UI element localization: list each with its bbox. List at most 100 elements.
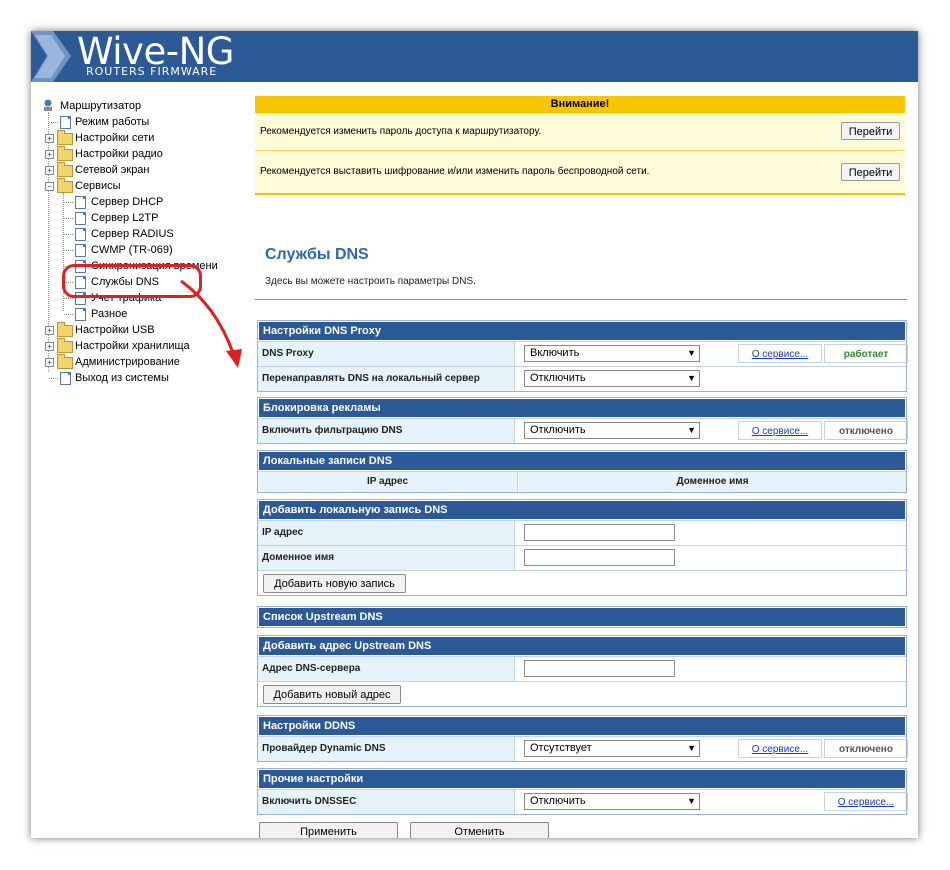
section-header: Локальные записи DNS xyxy=(258,451,906,471)
page-icon xyxy=(75,244,86,257)
folder-icon xyxy=(57,130,73,145)
dns-proxy-select[interactable]: Включить ▼ xyxy=(524,345,700,362)
section-header: Прочие настройки xyxy=(258,769,906,789)
section-header: Настройки DNS Proxy xyxy=(258,321,906,341)
select-value: Включить xyxy=(530,347,580,359)
divider xyxy=(255,299,907,300)
section-add-local-dns: Добавить локальную запись DNS IP адрес Д… xyxy=(257,499,907,596)
section-dns-proxy: Настройки DNS Proxy DNS Proxy Включить ▼… xyxy=(257,320,908,392)
router-icon xyxy=(44,99,52,111)
tree-item-label: Настройки радио xyxy=(75,148,163,160)
page-icon xyxy=(60,116,71,129)
section-header: Блокировка рекламы xyxy=(258,398,906,418)
about-service-link[interactable]: О сервисе... xyxy=(752,349,808,360)
setting-label: Адрес DNS-сервера xyxy=(258,657,515,681)
expand-icon[interactable]: + xyxy=(45,326,54,335)
tree-item-label: Выход из системы xyxy=(75,372,169,384)
tree-item-label: Сервер DHCP xyxy=(91,196,164,208)
tree-root-label: Маршрутизатор xyxy=(60,100,142,112)
select-value: Отключить xyxy=(530,424,586,436)
brand-subtitle: ROUTERS FIRMWARE xyxy=(86,65,218,78)
folder-icon xyxy=(57,354,73,369)
about-service-cell: О сервисе... xyxy=(824,792,908,811)
table-header-row: IP адрес Доменное имя xyxy=(258,471,906,492)
warning-text: Рекомендуется выставить шифрование и/или… xyxy=(260,166,650,177)
setting-label: Включить DNSSEC xyxy=(258,790,515,814)
section-adblock: Блокировка рекламы Включить фильтрацию D… xyxy=(257,397,908,444)
expand-icon[interactable]: + xyxy=(45,150,54,159)
setting-label: Перенаправлять DNS на локальный сервер xyxy=(258,367,515,391)
folder-open-icon xyxy=(57,178,73,193)
highlight-circle xyxy=(62,264,202,298)
page-icon xyxy=(75,212,86,225)
warning-row: Рекомендуется выставить шифрование и/или… xyxy=(255,150,905,193)
apply-button[interactable]: Применить xyxy=(259,822,398,838)
dns-server-input[interactable] xyxy=(524,660,675,677)
setting-row: Провайдер Dynamic DNS Отсутствует ▼ О се… xyxy=(258,736,908,761)
setting-row: Перенаправлять DNS на локальный сервер О… xyxy=(258,366,906,391)
select-value: Отключить xyxy=(530,372,586,384)
section-add-upstream: Добавить адрес Upstream DNS Адрес DNS-се… xyxy=(257,635,907,707)
add-record-button[interactable]: Добавить новую запись xyxy=(263,574,406,593)
dns-filter-select[interactable]: Отключить ▼ xyxy=(524,422,700,439)
domain-name-input[interactable] xyxy=(524,549,675,566)
section-header: Список Upstream DNS xyxy=(258,607,906,627)
page-icon xyxy=(75,228,86,241)
page-description: Здесь вы можете настроить параметры DNS. xyxy=(265,276,476,287)
dropdown-arrow-icon: ▼ xyxy=(687,425,696,435)
setting-label: IP адрес xyxy=(258,521,515,545)
header-bar: Wive-NG ROUTERS FIRMWARE xyxy=(31,31,918,82)
expand-icon[interactable]: + xyxy=(45,134,54,143)
page-icon xyxy=(75,196,86,209)
section-header: Добавить локальную запись DNS xyxy=(258,500,906,520)
goto-password-button[interactable]: Перейти xyxy=(841,122,900,140)
tree-item-label: CWMP (TR-069) xyxy=(91,244,173,256)
dropdown-arrow-icon: ▼ xyxy=(687,348,696,358)
folder-icon xyxy=(57,146,73,161)
about-service-link[interactable]: О сервисе... xyxy=(838,797,894,808)
add-address-button[interactable]: Добавить новый адрес xyxy=(263,685,401,704)
warning-row: Рекомендуется изменить пароль доступа к … xyxy=(255,113,905,150)
page-icon xyxy=(60,372,71,385)
goto-wireless-button[interactable]: Перейти xyxy=(841,163,900,181)
folder-icon xyxy=(57,338,73,353)
dnssec-select[interactable]: Отключить ▼ xyxy=(524,793,700,810)
collapse-icon[interactable]: − xyxy=(45,182,54,191)
section-header: Добавить адрес Upstream DNS xyxy=(258,636,906,656)
column-header-domain: Доменное имя xyxy=(519,472,906,492)
setting-row: IP адрес xyxy=(258,520,906,545)
column-header-ip: IP адрес xyxy=(258,472,518,492)
page-title: Службы DNS xyxy=(265,246,369,263)
select-value: Отсутствует xyxy=(530,742,592,754)
redirect-dns-select[interactable]: Отключить ▼ xyxy=(524,370,700,387)
status-badge: отключено xyxy=(824,421,908,440)
tree-item-label: Сетевой экран xyxy=(75,164,150,176)
setting-label: DNS Proxy xyxy=(258,342,515,366)
setting-label: Включить фильтрацию DNS xyxy=(258,419,515,443)
expand-icon[interactable]: + xyxy=(45,358,54,367)
setting-row: Включить фильтрацию DNS Отключить ▼ О се… xyxy=(258,418,908,443)
section-ddns: Настройки DDNS Провайдер Dynamic DNS Отс… xyxy=(257,715,908,762)
setting-row: Адрес DNS-сервера xyxy=(258,656,906,681)
ddns-provider-select[interactable]: Отсутствует ▼ xyxy=(524,740,700,757)
about-service-cell: О сервисе... xyxy=(738,739,822,758)
tree-item-label: Настройки хранилища xyxy=(75,340,190,352)
button-row: Добавить новый адрес xyxy=(258,681,906,706)
about-service-cell: О сервисе... xyxy=(738,344,822,363)
expand-icon[interactable]: + xyxy=(45,166,54,175)
tree-item-label: Сервер L2TP xyxy=(91,212,159,224)
setting-row: Доменное имя xyxy=(258,545,906,570)
dropdown-arrow-icon: ▼ xyxy=(687,796,696,806)
select-value: Отключить xyxy=(530,795,586,807)
dropdown-arrow-icon: ▼ xyxy=(687,373,696,383)
about-service-link[interactable]: О сервисе... xyxy=(752,426,808,437)
logo-icon xyxy=(31,31,71,82)
expand-icon[interactable]: + xyxy=(45,342,54,351)
setting-row: DNS Proxy Включить ▼ О сервисе... работа… xyxy=(258,341,908,366)
tree-item-label: Настройки сети xyxy=(75,132,155,144)
status-badge: работает xyxy=(824,344,908,363)
about-service-link[interactable]: О сервисе... xyxy=(752,744,808,755)
tree-item-label: Сервер RADIUS xyxy=(91,228,174,240)
cancel-button[interactable]: Отменить xyxy=(410,822,549,838)
ip-address-input[interactable] xyxy=(524,524,675,541)
